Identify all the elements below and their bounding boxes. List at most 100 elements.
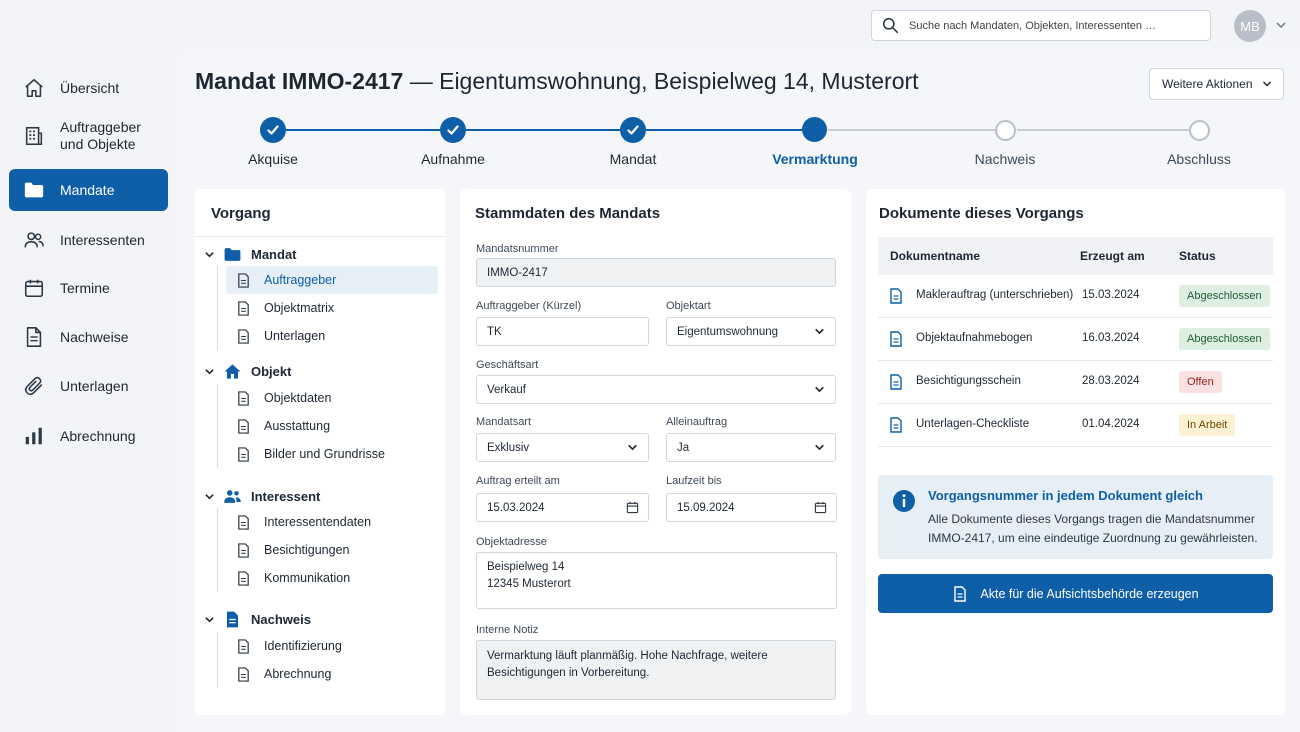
chevron-down-icon — [815, 386, 824, 393]
objektart-select[interactable]: Eigentumswohnung — [666, 317, 836, 346]
calendar-icon[interactable] — [626, 501, 639, 514]
sidebar-item-auftraggeber[interactable]: Auftraggeber und Objekte — [9, 114, 168, 158]
mandatsart-select[interactable]: Exklusiv — [476, 433, 649, 462]
auftrag-erteilt-date[interactable]: 15.03.2024 — [476, 493, 649, 522]
document-icon — [238, 666, 249, 682]
tree-item-abrechnung[interactable]: Abrechnung — [226, 660, 438, 688]
tree-item-interessentendaten[interactable]: Interessentendaten — [226, 508, 438, 536]
tree-item-kommunikation[interactable]: Kommunikation — [226, 564, 438, 592]
step-nachweis-marker[interactable] — [995, 120, 1016, 141]
tree-group-interessent[interactable]: Interessent — [204, 486, 320, 506]
tree-rail — [217, 632, 218, 688]
tree-item-objektdaten[interactable]: Objektdaten — [226, 384, 438, 412]
sidebar-item-abrechnung[interactable]: Abrechnung — [9, 418, 168, 454]
sidebar-item-interessenten[interactable]: Interessenten — [9, 222, 168, 258]
sidebar-item-nachweise[interactable]: Nachweise — [9, 319, 168, 355]
step-mandat-marker[interactable] — [620, 117, 646, 143]
calendar-icon[interactable] — [814, 501, 827, 514]
step-akquise-marker[interactable] — [260, 117, 286, 143]
chevron-down-icon[interactable] — [1274, 18, 1288, 32]
check-icon — [447, 125, 459, 135]
sidebar-item-label: Auftraggeber und Objekte — [60, 119, 141, 152]
dokumente-title: Dokumente dieses Vorgangs — [879, 205, 1084, 222]
home-icon — [25, 78, 43, 98]
search-input[interactable] — [909, 19, 1199, 32]
interne-notiz-label: Interne Notiz — [476, 624, 539, 636]
step-label-mandat[interactable]: Mandat — [563, 151, 703, 167]
table-row[interactable]: Unterlagen-Checkliste 01.04.2024 In Arbe… — [878, 404, 1273, 447]
sidebar: Übersicht Auftraggeber und Objekte Manda… — [0, 50, 178, 732]
step-label-vermarktung[interactable]: Vermarktung — [745, 151, 885, 167]
document-icon — [890, 331, 902, 347]
sidebar-item-label: Termine — [60, 279, 110, 296]
more-actions-button[interactable]: Weitere Aktionen — [1149, 68, 1284, 100]
table-row[interactable]: Objektaufnahmebogen 16.03.2024 Abgeschlo… — [878, 318, 1273, 361]
document-icon — [238, 542, 249, 558]
paperclip-icon — [24, 376, 43, 396]
step-aufnahme-marker[interactable] — [440, 117, 466, 143]
step-label-akquise[interactable]: Akquise — [203, 151, 343, 167]
tree-rail — [217, 266, 218, 350]
mandatsart-label: Mandatsart — [476, 416, 532, 428]
step-label-nachweis[interactable]: Nachweis — [935, 151, 1075, 167]
document-icon — [238, 328, 249, 344]
document-icon — [238, 390, 249, 406]
sidebar-item-uebersicht[interactable]: Übersicht — [9, 70, 168, 106]
search-box[interactable] — [871, 10, 1211, 41]
tree-group-nachweis[interactable]: Nachweis — [204, 609, 311, 629]
step-connector — [828, 129, 995, 131]
tree-item-objektmatrix[interactable]: Objektmatrix — [226, 294, 438, 322]
divider — [195, 236, 445, 237]
interne-notiz-field[interactable]: Vermarktung läuft planmäßig. Hohe Nachfr… — [476, 640, 836, 700]
sidebar-item-mandate[interactable]: Mandate — [9, 169, 168, 211]
tree-item-auftraggeber[interactable]: Auftraggeber — [226, 266, 438, 294]
tree-group-objekt[interactable]: Objekt — [204, 361, 291, 381]
status-badge: Abgeschlossen — [1179, 328, 1270, 350]
sidebar-item-label: Interessenten — [60, 231, 145, 248]
auftraggeber-field[interactable]: TK — [476, 317, 649, 346]
objektadresse-textarea[interactable]: Beispielweg 14 12345 Musterort — [476, 552, 837, 609]
document-icon — [890, 288, 902, 304]
document-icon — [238, 418, 249, 434]
tree-item-unterlagen[interactable]: Unterlagen — [226, 322, 438, 350]
page-title: Mandat IMMO-2417 — Eigentumswohnung, Bei… — [195, 68, 919, 94]
geschaeftsart-select[interactable]: Verkauf — [476, 375, 836, 404]
sidebar-item-termine[interactable]: Termine — [9, 270, 168, 306]
documents-table-header: Dokumentname Erzeugt am Status — [878, 237, 1273, 275]
tree-rail — [217, 508, 218, 592]
tree-item-bilder[interactable]: Bilder und Grundrisse — [226, 440, 438, 468]
step-label-abschluss[interactable]: Abschluss — [1129, 151, 1269, 167]
tree-item-besichtigungen[interactable]: Besichtigungen — [226, 536, 438, 564]
column-header-date[interactable]: Erzeugt am — [1080, 249, 1145, 263]
column-header-name[interactable]: Dokumentname — [890, 249, 980, 263]
laufzeit-date[interactable]: 15.09.2024 — [666, 493, 837, 522]
document-icon — [238, 446, 249, 462]
status-badge: In Arbeit — [1179, 414, 1236, 436]
search-icon — [882, 17, 899, 34]
step-vermarktung-marker[interactable] — [802, 117, 827, 142]
users-icon — [24, 232, 44, 248]
step-abschluss-marker[interactable] — [1189, 120, 1210, 141]
document-icon — [238, 514, 249, 530]
status-badge: Abgeschlossen — [1179, 285, 1270, 307]
column-header-status[interactable]: Status — [1179, 249, 1216, 263]
sidebar-item-label: Übersicht — [60, 79, 120, 96]
table-row[interactable]: Besichtigungsschein 28.03.2024 Offen — [878, 361, 1273, 404]
stammdaten-title: Stammdaten des Mandats — [475, 205, 661, 222]
step-label-aufnahme[interactable]: Aufnahme — [383, 151, 523, 167]
chevron-down-icon — [628, 444, 637, 451]
tree-item-ausstattung[interactable]: Ausstattung — [226, 412, 438, 440]
sidebar-item-unterlagen[interactable]: Unterlagen — [9, 368, 168, 404]
chevron-down-icon — [815, 444, 824, 451]
mandatsnummer-field[interactable]: IMMO-2417 — [476, 258, 836, 287]
tree-item-identifizierung[interactable]: Identifizierung — [226, 632, 438, 660]
document-icon — [890, 417, 902, 433]
create-file-button[interactable]: Akte für die Aufsichtsbehörde erzeugen — [878, 574, 1273, 613]
avatar[interactable]: MB — [1234, 10, 1266, 42]
alleinauftrag-select[interactable]: Ja — [666, 433, 836, 462]
tree-group-mandat[interactable]: Mandat — [204, 244, 297, 264]
chevron-down-icon — [205, 616, 214, 622]
table-row[interactable]: Maklerauftrag (unterschrieben) 15.03.202… — [878, 275, 1273, 318]
building-icon — [25, 126, 43, 146]
bar-chart-icon — [25, 427, 42, 445]
